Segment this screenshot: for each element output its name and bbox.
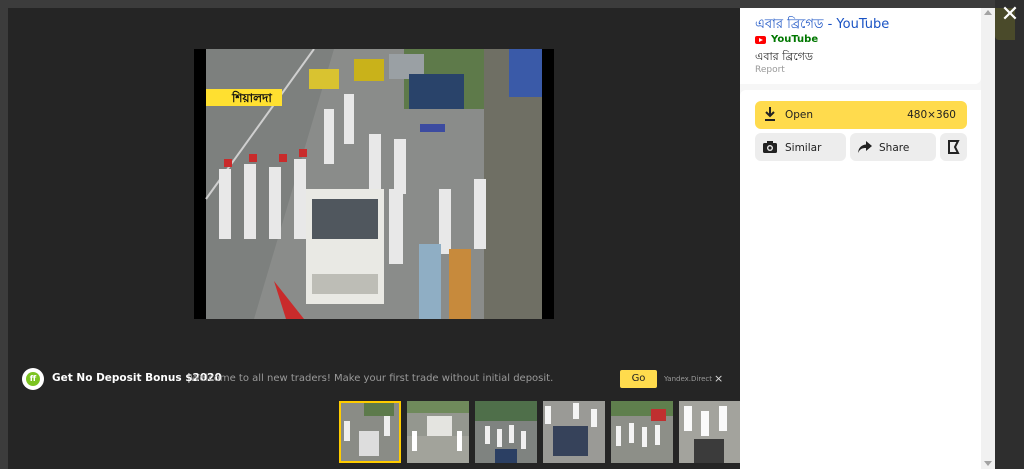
thumbnail-2[interactable] [407,401,469,463]
ad-description[interactable]: Welcome to all new traders! Make your fi… [190,373,553,384]
report-link[interactable]: Report [755,65,785,75]
ad-close-icon[interactable]: × [714,372,723,385]
open-button[interactable]: Open 480×360 [755,101,967,129]
ad-go-button[interactable]: Go [620,370,657,388]
result-title-link[interactable]: এবার ব্রিগেড - YouTube [755,15,889,36]
image-dimensions: 480×360 [907,109,956,121]
thumbnail-4[interactable] [543,401,605,463]
thumbnail-6[interactable] [679,401,741,463]
sidebar-scrollbar[interactable] [981,8,995,469]
main-image[interactable]: শিয়ালদা [194,49,554,319]
thumbnail-3[interactable] [475,401,537,463]
open-label: Open [785,109,814,121]
page-edge [995,0,1024,469]
camera-icon [763,141,777,153]
share-label: Share [879,142,910,154]
street-procession-scene: শিয়ালদা [194,49,554,319]
download-icon [765,107,775,121]
similar-label: Similar [785,142,822,154]
similar-button[interactable]: Similar [755,133,846,161]
thumbnail-strip [339,401,741,463]
source-link[interactable]: YouTube [755,34,818,45]
source-name: YouTube [771,34,819,45]
ad-source-label[interactable]: Yandex.Direct [664,375,712,383]
collections-button[interactable] [940,133,967,161]
bookmark-icon [948,140,960,154]
ad-banner: ff Get No Deposit Bonus $2020 Welcome to… [22,366,732,394]
advertiser-logo-mark: ff [26,372,40,386]
source-card: এবার ব্রিগেড - YouTube YouTube এবার ব্রি… [740,8,981,84]
youtube-icon [755,35,766,44]
thumbnail-5[interactable] [611,401,673,463]
actions-card: Open 480×360 Similar Share [740,90,981,469]
scroll-down-arrow[interactable] [984,461,992,466]
thumbnail-1[interactable] [339,401,401,463]
advertiser-logo[interactable]: ff [22,368,44,390]
details-sidebar: এবার ব্রিগেড - YouTube YouTube এবার ব্রি… [740,8,981,469]
close-icon[interactable]: ✕ [999,4,1021,26]
share-icon [858,141,872,153]
share-button[interactable]: Share [850,133,936,161]
scroll-up-arrow[interactable] [984,10,992,15]
location-label: শিয়ালদা [231,90,272,105]
